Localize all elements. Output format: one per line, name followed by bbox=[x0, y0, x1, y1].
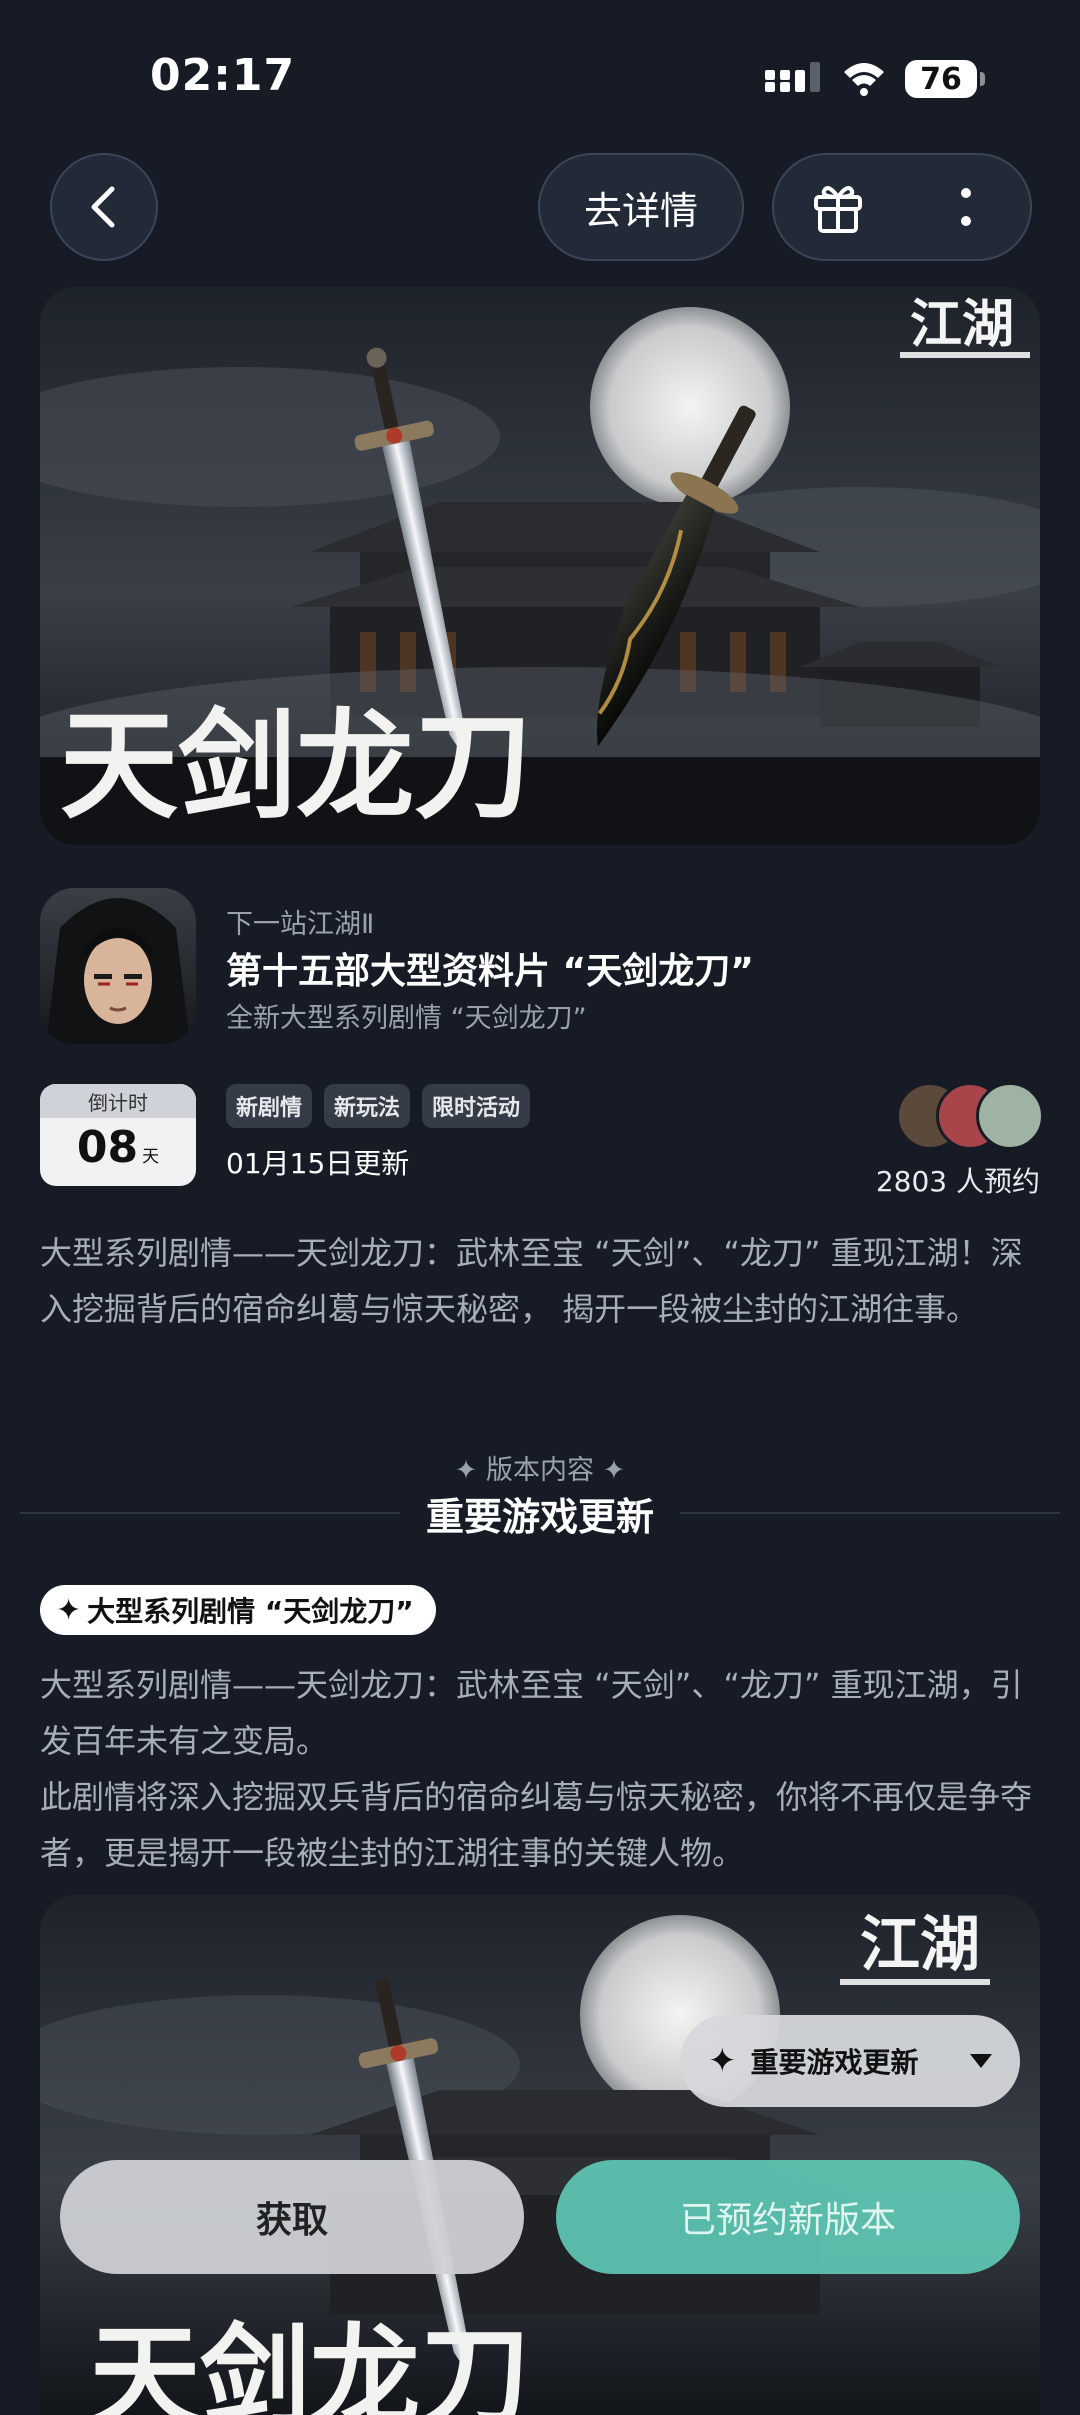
feature-artwork: 江湖 天剑龙刀 bbox=[40, 1895, 1040, 2415]
caret-down-icon bbox=[970, 2054, 992, 2068]
game-series-name: 下一站江湖Ⅱ bbox=[226, 909, 375, 940]
sparkle-icon: ✦ bbox=[708, 2041, 737, 2081]
more-options-button[interactable] bbox=[902, 155, 1030, 259]
tag-new-gameplay: 新玩法 bbox=[324, 1084, 411, 1128]
game-app-icon[interactable] bbox=[40, 888, 196, 1044]
hero-game-logo: 江湖 bbox=[910, 294, 1014, 355]
update-date: 01月15日更新 bbox=[226, 1147, 410, 1180]
tag-new-story: 新剧情 bbox=[226, 1084, 313, 1128]
section-switch-label: 重要游戏更新 bbox=[750, 2046, 919, 2079]
section-label: ✦ 版本内容 ✦ bbox=[454, 1455, 626, 1486]
hero-calligraphy-title: 天剑龙刀 bbox=[60, 696, 532, 835]
game-icon-artwork bbox=[40, 888, 196, 1044]
feature-paragraph-1: 大型系列剧情——天剑龙刀：武林至宝 “天剑”、“龙刀” 重现江湖，引发百年未有之… bbox=[40, 1666, 1023, 1760]
countdown-card: 倒计时 08 天 bbox=[40, 1084, 196, 1186]
tag-limited-event: 限时活动 bbox=[422, 1084, 531, 1128]
reserver-avatars bbox=[896, 1082, 1044, 1150]
status-time: 02:17 bbox=[150, 50, 296, 101]
battery-indicator: 76 bbox=[905, 60, 985, 98]
more-vertical-icon bbox=[961, 188, 971, 226]
go-details-button[interactable]: 去详情 bbox=[538, 153, 744, 261]
get-button[interactable]: 获取 bbox=[60, 2160, 524, 2274]
gift-button[interactable] bbox=[774, 155, 902, 259]
back-button[interactable] bbox=[50, 153, 158, 261]
countdown-days: 08 bbox=[76, 1122, 139, 1173]
countdown-label: 倒计时 bbox=[40, 1084, 196, 1118]
intro-text: 大型系列剧情——天剑龙刀：武林至宝 “天剑”、“龙刀” 重现江湖！深入挖掘背后的… bbox=[40, 1234, 1023, 1328]
chevron-left-icon bbox=[91, 186, 115, 228]
sparkle-icon: ✦ bbox=[602, 1455, 626, 1486]
reservation-count: 2803 人预约 bbox=[875, 1165, 1040, 1198]
update-tags: 新剧情 新玩法 限时活动 bbox=[226, 1084, 531, 1128]
sparkle-icon: ✦ bbox=[454, 1455, 478, 1486]
avatar bbox=[976, 1082, 1044, 1150]
sparkle-icon: ✦ bbox=[56, 1592, 82, 1628]
feature-pill-label: 大型系列剧情 “天剑龙刀” bbox=[87, 1595, 414, 1628]
update-subtitle: 全新大型系列剧情 “天剑龙刀” bbox=[226, 1003, 587, 1034]
hero-artwork: 天剑龙刀 江湖 bbox=[40, 287, 1040, 845]
hero-banner[interactable]: 天剑龙刀 江湖 bbox=[40, 287, 1040, 845]
feature-description: 大型系列剧情——天剑龙刀：武林至宝 “天剑”、“龙刀” 重现江湖，引发百年未有之… bbox=[40, 1657, 1040, 1881]
section-title: 重要游戏更新 bbox=[425, 1495, 654, 1539]
wifi-icon bbox=[844, 63, 884, 96]
feature-pill: ✦ 大型系列剧情 “天剑龙刀” bbox=[40, 1585, 436, 1635]
countdown-unit: 天 bbox=[142, 1147, 160, 1167]
feature-calligraphy-title: 天剑龙刀 bbox=[90, 2312, 530, 2415]
top-actions-capsule bbox=[772, 153, 1032, 261]
cellular-signal-icon bbox=[765, 62, 820, 92]
update-title: 第十五部大型资料片 “天剑龙刀” bbox=[226, 951, 754, 992]
feature-image[interactable]: 江湖 天剑龙刀 bbox=[40, 1895, 1040, 2415]
feature-paragraph-2: 此剧情将深入挖掘双兵背后的宿命纠葛与惊天秘密，你将不再仅是争夺者，更是揭开一段被… bbox=[40, 1778, 1033, 1872]
reserved-version-button[interactable]: 已预约新版本 bbox=[556, 2160, 1020, 2274]
gift-icon bbox=[814, 186, 862, 233]
feature-game-logo: 江湖 bbox=[860, 1910, 980, 1980]
section-switch-dropdown[interactable]: ✦ 重要游戏更新 bbox=[680, 2015, 1020, 2107]
